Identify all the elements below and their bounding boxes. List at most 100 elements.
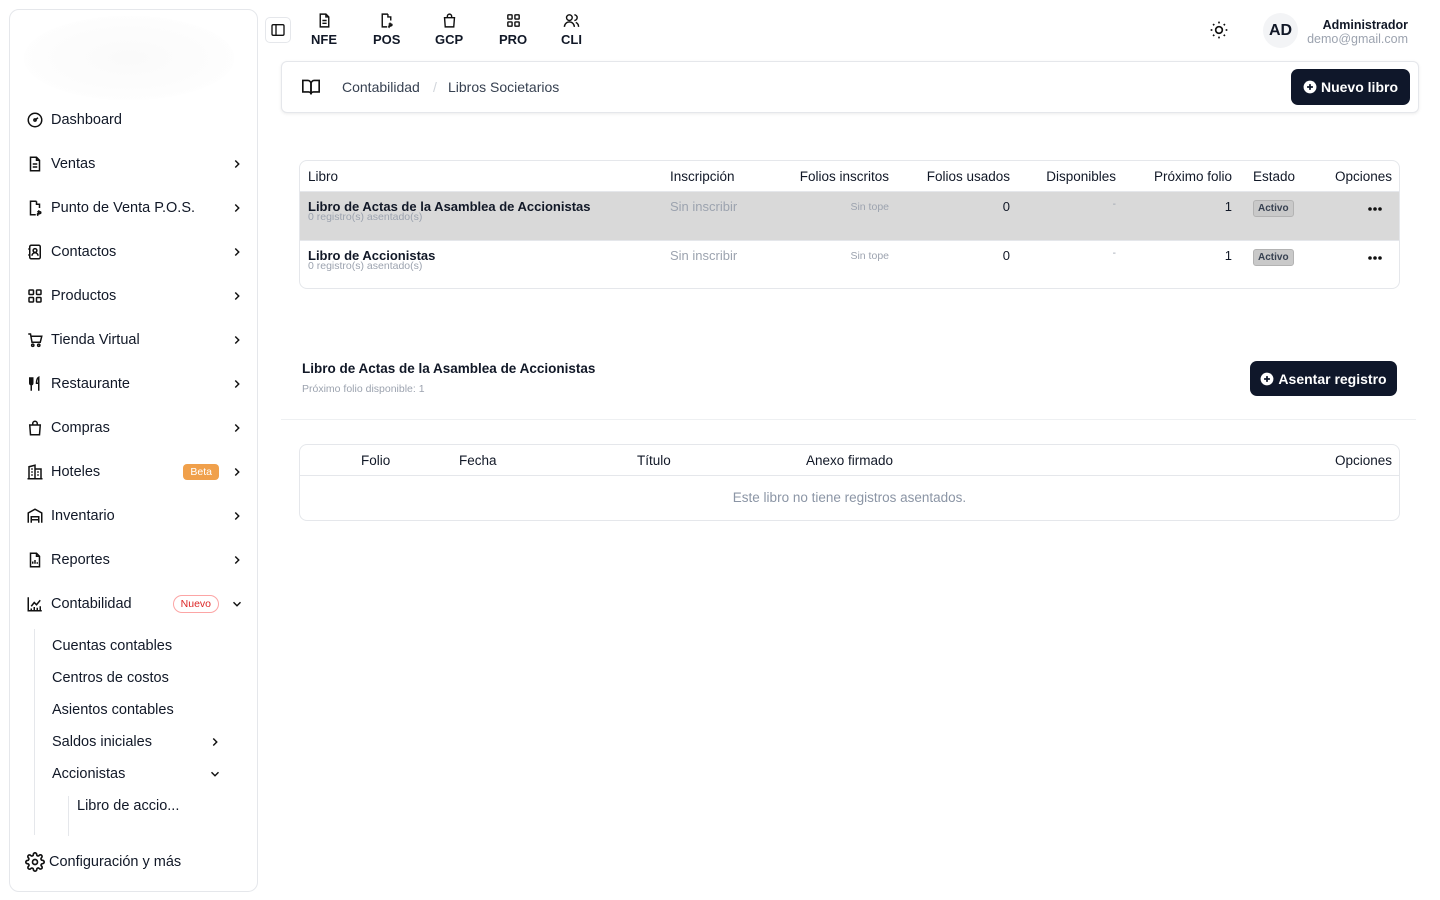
books-table: Libro Inscripción Folios inscritos Folio… xyxy=(299,160,1400,289)
disponibles: - xyxy=(1112,248,1116,259)
sidebar-item-restaurante[interactable]: Restaurante xyxy=(25,368,249,400)
empty-state-message: Este libro no tiene registros asentados. xyxy=(732,490,967,505)
records-table: Folio Fecha Título Anexo firmado Opcione… xyxy=(299,444,1400,521)
sidebar-item-contabilidad[interactable]: Contabilidad Nuevo xyxy=(25,588,249,620)
utensils-icon xyxy=(25,374,45,394)
report-icon xyxy=(25,550,45,570)
column-header: Anexo firmado xyxy=(806,453,894,468)
column-header: Opciones xyxy=(1334,169,1392,184)
sidebar-item-label: Restaurante xyxy=(51,376,130,392)
beta-badge: Beta xyxy=(183,464,219,480)
nuevo-badge: Nuevo xyxy=(172,595,219,613)
sidebar-item-ventas[interactable]: Ventas xyxy=(25,148,249,180)
sidebar-item-label: Contactos xyxy=(51,244,117,260)
table-row[interactable]: Libro de Accionistas 0 registro(s) asent… xyxy=(300,240,1399,288)
sidebar-item-productos[interactable]: Productos xyxy=(25,280,249,312)
sidebar-subitem-centros-de-costos[interactable]: Centros de costos xyxy=(52,664,222,692)
inscription-status: Sin inscribir xyxy=(670,199,738,214)
user-name: Administrador xyxy=(1322,18,1408,32)
sidebar-subitem-cuentas-contables[interactable]: Cuentas contables xyxy=(52,632,222,660)
module-label: GCP xyxy=(435,32,464,47)
column-header: Fecha xyxy=(459,453,497,468)
subitem-label: Saldos iniciales xyxy=(52,734,152,750)
chevron-right-icon xyxy=(229,552,245,568)
module-gcp[interactable]: GCP xyxy=(435,12,463,47)
theme-toggle-button[interactable] xyxy=(1209,20,1229,40)
module-nfe[interactable]: NFE xyxy=(311,12,337,47)
proximo-folio: 1 xyxy=(1224,199,1232,214)
subitem-label: Cuentas contables xyxy=(52,638,173,654)
column-header: Título xyxy=(637,453,671,468)
sidebar-item-hoteles[interactable]: Hoteles Beta xyxy=(25,456,249,488)
settings-label: Configuración y más xyxy=(49,854,182,870)
sidebar-toggle-button[interactable] xyxy=(265,17,291,43)
subitem-label: Libro de accio... xyxy=(77,798,180,814)
module-label: POS xyxy=(373,32,401,47)
sidebar-item-dashboard[interactable]: Dashboard xyxy=(25,104,249,136)
chevron-right-icon xyxy=(229,156,245,172)
user-info[interactable]: Administrador demo@gmail.com xyxy=(1307,18,1408,46)
sidebar-item-label: Inventario xyxy=(51,508,115,524)
sidebar-item-reportes[interactable]: Reportes xyxy=(25,544,249,576)
sidebar-item-tienda-virtual[interactable]: Tienda Virtual xyxy=(25,324,249,356)
module-pro[interactable]: PRO xyxy=(499,12,527,47)
sidebar-subitem-saldos-iniciales[interactable]: Saldos iniciales xyxy=(52,728,222,756)
document-icon xyxy=(316,12,333,32)
user-email: demo@gmail.com xyxy=(1307,32,1408,46)
panel-left-icon xyxy=(270,22,286,38)
button-label: Nuevo libro xyxy=(1320,79,1398,95)
module-cli[interactable]: CLI xyxy=(561,12,582,47)
asentar-registro-button[interactable]: Asentar registro xyxy=(1250,361,1397,396)
submenu-guide-line xyxy=(68,796,69,836)
folios-inscritos: Sin tope xyxy=(850,250,889,262)
column-header: Próximo folio xyxy=(1153,169,1232,184)
new-book-button[interactable]: Nuevo libro xyxy=(1291,69,1410,105)
chevron-right-icon xyxy=(229,420,245,436)
sidebar-subitem-accionistas[interactable]: Accionistas xyxy=(52,760,222,788)
sidebar-subitem-libro-accionistas[interactable]: Libro de accio... xyxy=(77,792,227,820)
proximo-folio: 1 xyxy=(1224,248,1232,263)
sidebar-item-label: Contabilidad xyxy=(51,596,132,612)
folios-inscritos: Sin tope xyxy=(850,201,889,213)
chart-icon xyxy=(25,594,45,614)
sidebar-item-pos[interactable]: Punto de Venta P.O.S. xyxy=(25,192,249,224)
book-open-icon xyxy=(301,78,321,96)
settings-link[interactable]: Configuración y más xyxy=(25,848,181,876)
grid-icon xyxy=(505,12,522,32)
section-divider xyxy=(281,419,1416,420)
subitem-label: Centros de costos xyxy=(52,670,169,686)
module-pos[interactable]: POS xyxy=(373,12,400,47)
column-header: Estado xyxy=(1253,169,1296,184)
more-options-icon[interactable] xyxy=(1368,255,1382,261)
sidebar-item-compras[interactable]: Compras xyxy=(25,412,249,444)
inscription-status: Sin inscribir xyxy=(670,248,738,263)
sidebar-item-inventario[interactable]: Inventario xyxy=(25,500,249,532)
chevron-right-icon xyxy=(229,200,245,216)
module-label: CLI xyxy=(561,32,582,47)
cart-icon xyxy=(25,330,45,350)
sidebar-item-contactos[interactable]: Contactos xyxy=(25,236,249,268)
grid-icon xyxy=(25,286,45,306)
sidebar: Dashboard Ventas Punto de Venta P.O.S. C… xyxy=(9,9,258,892)
dashboard-icon xyxy=(25,110,45,130)
sidebar-item-label: Dashboard xyxy=(51,112,122,128)
building-icon xyxy=(25,462,45,482)
column-header: Folio xyxy=(361,453,391,468)
breadcrumb-item-contabilidad[interactable]: Contabilidad xyxy=(342,79,420,95)
chevron-right-icon xyxy=(229,288,245,304)
chevron-right-icon xyxy=(208,735,222,749)
sidebar-item-label: Reportes xyxy=(51,552,110,568)
breadcrumb-item-libros-societarios: Libros Societarios xyxy=(448,79,560,95)
avatar[interactable]: AD xyxy=(1263,13,1298,48)
column-header: Opciones xyxy=(1334,453,1392,468)
module-label: NFE xyxy=(311,32,337,47)
sidebar-item-label: Productos xyxy=(51,288,117,304)
contacts-icon xyxy=(25,242,45,262)
status-badge: Activo xyxy=(1253,200,1294,217)
more-options-icon[interactable] xyxy=(1368,206,1382,212)
chevron-right-icon xyxy=(229,508,245,524)
company-logo xyxy=(24,16,234,100)
users-icon xyxy=(563,12,580,32)
table-row[interactable]: Libro de Actas de la Asamblea de Accioni… xyxy=(300,191,1399,240)
sidebar-subitem-asientos-contables[interactable]: Asientos contables xyxy=(52,696,222,724)
